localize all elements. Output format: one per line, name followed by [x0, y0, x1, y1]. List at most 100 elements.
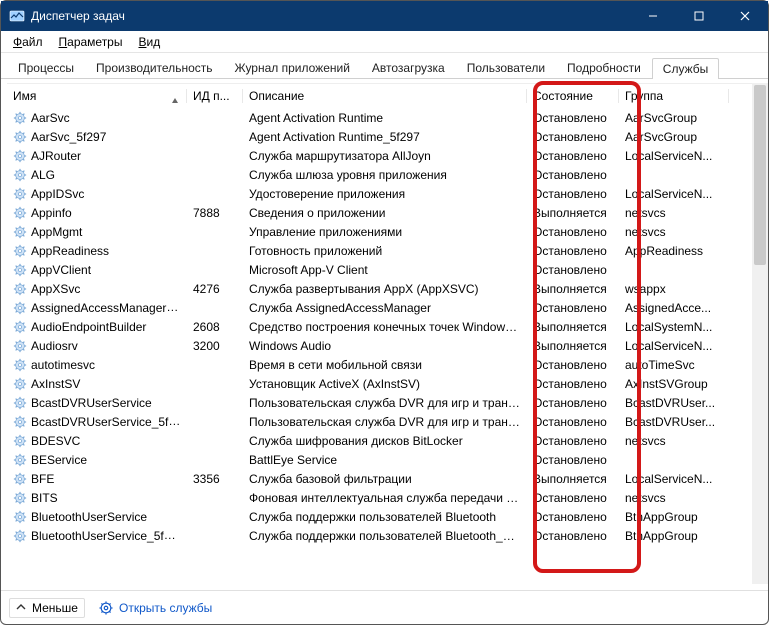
service-row[interactable]: BDESVC Служба шифрования дисков BitLocker… [7, 431, 762, 450]
service-gear-icon [13, 396, 27, 410]
service-group: wsappx [619, 282, 729, 296]
vertical-scrollbar[interactable] [752, 83, 768, 584]
service-description: Agent Activation Runtime [243, 111, 527, 125]
service-row[interactable]: BluetoothUserService_5f297 Служба поддерж… [7, 526, 762, 545]
service-group: LocalServiceN... [619, 187, 729, 201]
service-description: Служба шифрования дисков BitLocker [243, 434, 527, 448]
service-description: Служба поддержки пользователей Bluetooth [243, 510, 527, 524]
service-name: BFE [31, 472, 54, 486]
window-title: Диспетчер задач [31, 9, 630, 23]
maximize-button[interactable] [676, 1, 722, 31]
titlebar: Диспетчер задач [1, 1, 768, 31]
tab-processes[interactable]: Процессы [7, 57, 85, 78]
open-services-link[interactable]: Открыть службы [99, 601, 212, 615]
scrollbar-thumb[interactable] [754, 85, 766, 265]
service-description: Служба AssignedAccessManager [243, 301, 527, 315]
tab-details[interactable]: Подробности [556, 57, 652, 78]
service-state: Остановлено [527, 263, 619, 277]
service-name: Appinfo [31, 206, 72, 220]
service-name: BluetoothUserService [31, 510, 147, 524]
tab-performance[interactable]: Производительность [85, 57, 223, 78]
service-gear-icon [13, 453, 27, 467]
tab-services[interactable]: Службы [652, 58, 719, 79]
menu-view[interactable]: Вид [130, 33, 168, 51]
service-name: BDESVC [31, 434, 80, 448]
service-row[interactable]: Appinfo7888Сведения о приложенииВыполняе… [7, 203, 762, 222]
service-group: autoTimeSvc [619, 358, 729, 372]
service-gear-icon [13, 244, 27, 258]
column-pid[interactable]: ИД п... [187, 89, 243, 103]
service-row[interactable]: AarSvcAgent Activation RuntimeОстановлен… [7, 108, 762, 127]
service-group: netsvcs [619, 434, 729, 448]
service-gear-icon [13, 377, 27, 391]
chevron-up-icon [16, 601, 26, 615]
service-row[interactable]: AppReadinessГотовность приложенийОстанов… [7, 241, 762, 260]
service-row[interactable]: AJRouterСлужба маршрутизатора AllJoynОст… [7, 146, 762, 165]
menu-options[interactable]: Параметры [51, 33, 131, 51]
service-name: BluetoothUserService_5f297 [31, 528, 184, 543]
tab-users[interactable]: Пользователи [456, 57, 556, 78]
service-name: AssignedAccessManagerSvc [31, 300, 186, 315]
service-gear-icon [13, 472, 27, 486]
service-row[interactable]: BEServiceBattlEye ServiceОстановлено [7, 450, 762, 469]
column-group[interactable]: Группа [619, 89, 729, 103]
tab-apphistory[interactable]: Журнал приложений [224, 57, 361, 78]
service-row[interactable]: AssignedAccessManagerSvc Служба AssignedA… [7, 298, 762, 317]
service-row[interactable]: Audiosrv3200Windows AudioВыполняетсяLoca… [7, 336, 762, 355]
service-name: BEService [31, 453, 87, 467]
service-state: Остановлено [527, 358, 619, 372]
service-row[interactable]: AxInstSVУстановщик ActiveX (AxInstSV)Ост… [7, 374, 762, 393]
service-description: Фоновая интеллектуальная служба передачи… [243, 491, 527, 505]
service-name: AxInstSV [31, 377, 80, 391]
menu-file[interactable]: Файл [5, 33, 51, 51]
column-state[interactable]: Состояние [527, 89, 619, 103]
service-row[interactable]: BcastDVRUserService_5f297Пользовательска… [7, 412, 762, 431]
service-gear-icon [13, 130, 27, 144]
service-pid: 3200 [187, 339, 243, 353]
menubar: Файл Параметры Вид [1, 31, 768, 53]
column-name[interactable]: Имя [7, 89, 187, 103]
column-description[interactable]: Описание [243, 89, 527, 103]
service-row[interactable]: ALGСлужба шлюза уровня приложенияОстанов… [7, 165, 762, 184]
service-row[interactable]: BluetoothUserService Служба поддержки пол… [7, 507, 762, 526]
service-group: LocalServiceN... [619, 472, 729, 486]
fewer-details-button[interactable]: Меньше [9, 598, 85, 618]
service-state: Остановлено [527, 453, 619, 467]
service-row[interactable]: BFE3356Служба базовой фильтрацииВыполняе… [7, 469, 762, 488]
service-gear-icon [13, 510, 27, 524]
service-description: Служба развертывания AppX (AppXSVC) [243, 282, 527, 296]
service-description: Готовность приложений [243, 244, 527, 258]
service-row[interactable]: autotimesvcВремя в сети мобильной связиО… [7, 355, 762, 374]
gear-icon [99, 601, 113, 615]
service-description: Служба поддержки пользователей Bluetooth… [243, 529, 527, 543]
service-group: netsvcs [619, 491, 729, 505]
close-button[interactable] [722, 1, 768, 31]
service-description: Windows Audio [243, 339, 527, 353]
service-description: Средство построения конечных точек Windo… [243, 320, 527, 334]
service-row[interactable]: AppIDSvcУдостоверение приложенияОстановл… [7, 184, 762, 203]
service-state: Остановлено [527, 301, 619, 315]
services-table: Имя ИД п... Описание Состояние Группа Aa… [7, 83, 762, 584]
service-name: AppVClient [31, 263, 91, 277]
service-description: Пользовательская служба DVR для игр и тр… [243, 415, 527, 429]
service-state: Выполняется [527, 320, 619, 334]
service-state: Остановлено [527, 244, 619, 258]
service-name: autotimesvc [31, 358, 95, 372]
service-gear-icon [13, 415, 27, 429]
service-group: LocalSystemN... [619, 320, 729, 334]
tab-startup[interactable]: Автозагрузка [361, 57, 456, 78]
service-row[interactable]: AppVClientMicrosoft App-V ClientОстановл… [7, 260, 762, 279]
service-row[interactable]: BITSФоновая интеллектуальная служба пере… [7, 488, 762, 507]
service-pid: 3356 [187, 472, 243, 486]
service-group: AarSvcGroup [619, 130, 729, 144]
minimize-button[interactable] [630, 1, 676, 31]
service-row[interactable]: BcastDVRUserServiceПользовательская служ… [7, 393, 762, 412]
service-group: LocalServiceN... [619, 149, 729, 163]
open-services-label: Открыть службы [119, 601, 212, 615]
service-gear-icon [13, 320, 27, 334]
service-pid: 4276 [187, 282, 243, 296]
service-row[interactable]: AarSvc_5f297Agent Activation Runtime_5f2… [7, 127, 762, 146]
service-row[interactable]: AudioEndpointBuilder2608Средство построе… [7, 317, 762, 336]
service-row[interactable]: AppMgmtУправление приложениямиОстановлен… [7, 222, 762, 241]
service-row[interactable]: AppXSvc4276Служба развертывания AppX (Ap… [7, 279, 762, 298]
